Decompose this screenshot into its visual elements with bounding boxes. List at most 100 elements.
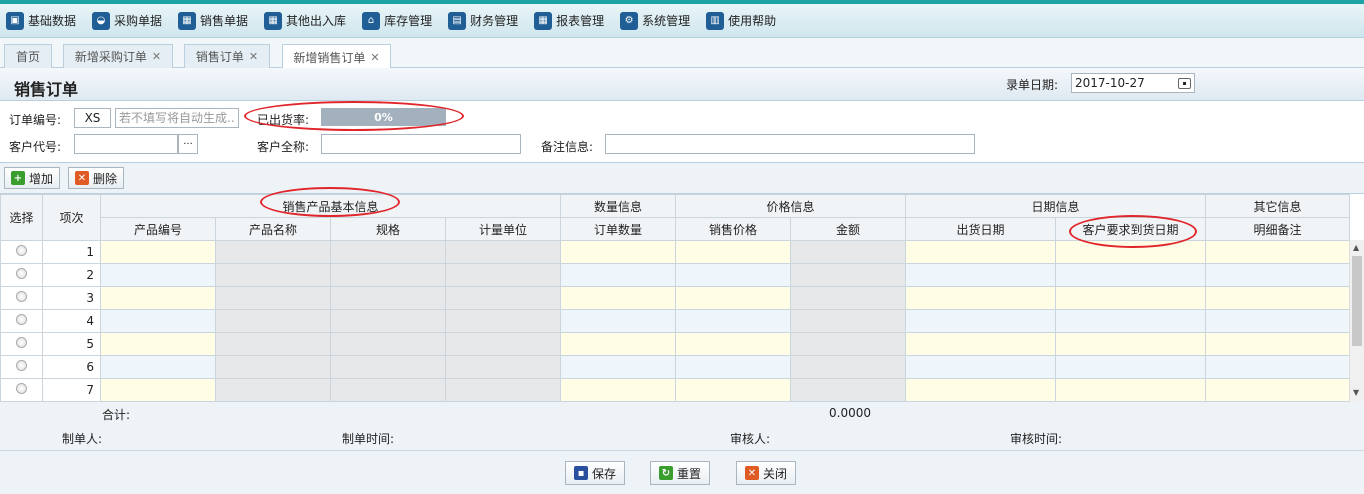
row-radio[interactable] (16, 383, 27, 394)
table-row[interactable]: 4 (0, 309, 1351, 333)
creator-label: 制单人: (62, 432, 103, 446)
calendar-icon[interactable]: ▪ (1178, 77, 1191, 89)
grid-cell[interactable] (1055, 286, 1207, 310)
table-row[interactable]: 7 (0, 378, 1351, 402)
grid-cell[interactable] (675, 309, 792, 333)
grid-cell[interactable] (905, 286, 1057, 310)
row-radio[interactable] (16, 314, 27, 325)
grid-cell[interactable] (1205, 263, 1351, 287)
page-title: 销售订单 (14, 80, 79, 99)
grid-cell[interactable] (675, 378, 792, 402)
plus-icon: + (11, 171, 25, 185)
grid-cell[interactable] (1205, 240, 1351, 264)
grid-cell[interactable] (100, 286, 216, 310)
menu-item-label: 报表管理 (556, 14, 605, 28)
grid-cell (330, 309, 446, 333)
tab-new-purchase-order[interactable]: 新增采购订单 ✕ (63, 44, 173, 68)
grid-cell[interactable] (100, 355, 216, 379)
grid-cell[interactable] (560, 263, 677, 287)
save-button[interactable]: ▪ 保存 (565, 461, 626, 485)
grid-cell[interactable] (905, 240, 1057, 264)
grid-cell[interactable] (1205, 332, 1351, 356)
grid-scrollbar[interactable]: ▲ ▼ (1349, 240, 1364, 402)
menu-item-2[interactable]: ▦ 销售单据 (178, 11, 248, 30)
grid-cell[interactable] (675, 286, 792, 310)
remark-input[interactable] (605, 134, 975, 154)
scroll-up-icon[interactable]: ▲ (1353, 243, 1359, 252)
customer-name-input[interactable] (321, 134, 521, 154)
row-radio[interactable] (16, 337, 27, 348)
grid-cell[interactable] (675, 263, 792, 287)
order-no-input[interactable] (115, 108, 239, 128)
row-radio[interactable] (16, 360, 27, 371)
table-row[interactable]: 2 (0, 263, 1351, 287)
menu-item-3[interactable]: ▦ 其他出入库 (264, 11, 346, 30)
grid-cell[interactable] (560, 309, 677, 333)
grid-cell[interactable] (1055, 378, 1207, 402)
grid-cell[interactable] (100, 378, 216, 402)
grid-cell[interactable] (100, 263, 216, 287)
menu-item-4[interactable]: ⌂ 库存管理 (362, 11, 433, 30)
close-icon[interactable]: ✕ (152, 50, 161, 63)
menu-item-1[interactable]: ◒ 采购单据 (92, 11, 162, 30)
tab-new-sales-order[interactable]: 新增销售订单 ✕ (282, 44, 391, 69)
grid-cell[interactable] (100, 240, 216, 264)
annotation-circle (260, 187, 400, 217)
menu-item-0[interactable]: ▣ 基础数据 (6, 11, 76, 30)
row-select-cell (0, 332, 43, 356)
customer-code-input[interactable] (74, 134, 178, 154)
table-row[interactable]: 5 (0, 332, 1351, 356)
scroll-down-icon[interactable]: ▼ (1353, 388, 1359, 397)
delete-icon: ✕ (75, 171, 89, 185)
grid-cell[interactable] (905, 309, 1057, 333)
close-button[interactable]: ✕ 关闭 (736, 461, 797, 485)
grid-cell (444, 263, 562, 287)
grid-cell[interactable] (560, 378, 677, 402)
grid-cell[interactable] (675, 355, 792, 379)
grid-cell[interactable] (560, 332, 677, 356)
row-radio[interactable] (16, 291, 27, 302)
grid-cell[interactable] (1205, 286, 1351, 310)
grid-cell[interactable] (675, 240, 792, 264)
grid-cell[interactable] (1205, 378, 1351, 402)
grid-cell[interactable] (675, 332, 792, 356)
delete-button[interactable]: ✕ 删除 (68, 167, 125, 189)
grid-cell[interactable] (560, 240, 677, 264)
grid-cell[interactable] (905, 332, 1057, 356)
grid-cell[interactable] (1055, 263, 1207, 287)
more-icon[interactable]: ··· (178, 134, 198, 154)
tab-sales-order[interactable]: 销售订单 ✕ (184, 44, 270, 68)
menu-item-5[interactable]: ▤ 财务管理 (448, 11, 518, 30)
grid-cell[interactable] (1055, 355, 1207, 379)
tab-label: 销售订单 (195, 50, 244, 64)
table-row[interactable]: 6 (0, 355, 1351, 379)
scroll-thumb[interactable] (1352, 256, 1362, 346)
grid-cell[interactable] (560, 286, 677, 310)
menu-item-label: 库存管理 (384, 14, 433, 28)
close-icon[interactable]: ✕ (249, 50, 258, 63)
grid-cell[interactable] (1205, 309, 1351, 333)
row-radio[interactable] (16, 245, 27, 256)
grid-cell[interactable] (1055, 309, 1207, 333)
grid-cell[interactable] (1055, 332, 1207, 356)
index-header: 项次 (42, 194, 101, 241)
grid-cell[interactable] (100, 309, 216, 333)
close-icon[interactable]: ✕ (370, 51, 379, 64)
annotation-circle (1069, 215, 1197, 248)
date-input[interactable]: 2017-10-27 ▪ (1071, 73, 1195, 93)
menu-item-8[interactable]: ▥ 使用帮助 (706, 11, 776, 30)
menu-item-6[interactable]: ▦ 报表管理 (534, 11, 605, 30)
grid-cell[interactable] (905, 355, 1057, 379)
table-row[interactable]: 3 (0, 286, 1351, 310)
tab-home[interactable]: 首页 (4, 44, 52, 68)
grid-cell[interactable] (100, 332, 216, 356)
reset-button[interactable]: ↻ 重置 (650, 461, 711, 485)
grid-cell[interactable] (905, 263, 1057, 287)
add-button[interactable]: + 增加 (4, 167, 61, 189)
grid-toolbar: + 增加 ✕ 删除 (0, 162, 1364, 194)
grid-cell[interactable] (560, 355, 677, 379)
grid-cell[interactable] (1205, 355, 1351, 379)
grid-cell[interactable] (905, 378, 1057, 402)
row-radio[interactable] (16, 268, 27, 279)
menu-item-7[interactable]: ⚙ 系统管理 (620, 11, 690, 30)
